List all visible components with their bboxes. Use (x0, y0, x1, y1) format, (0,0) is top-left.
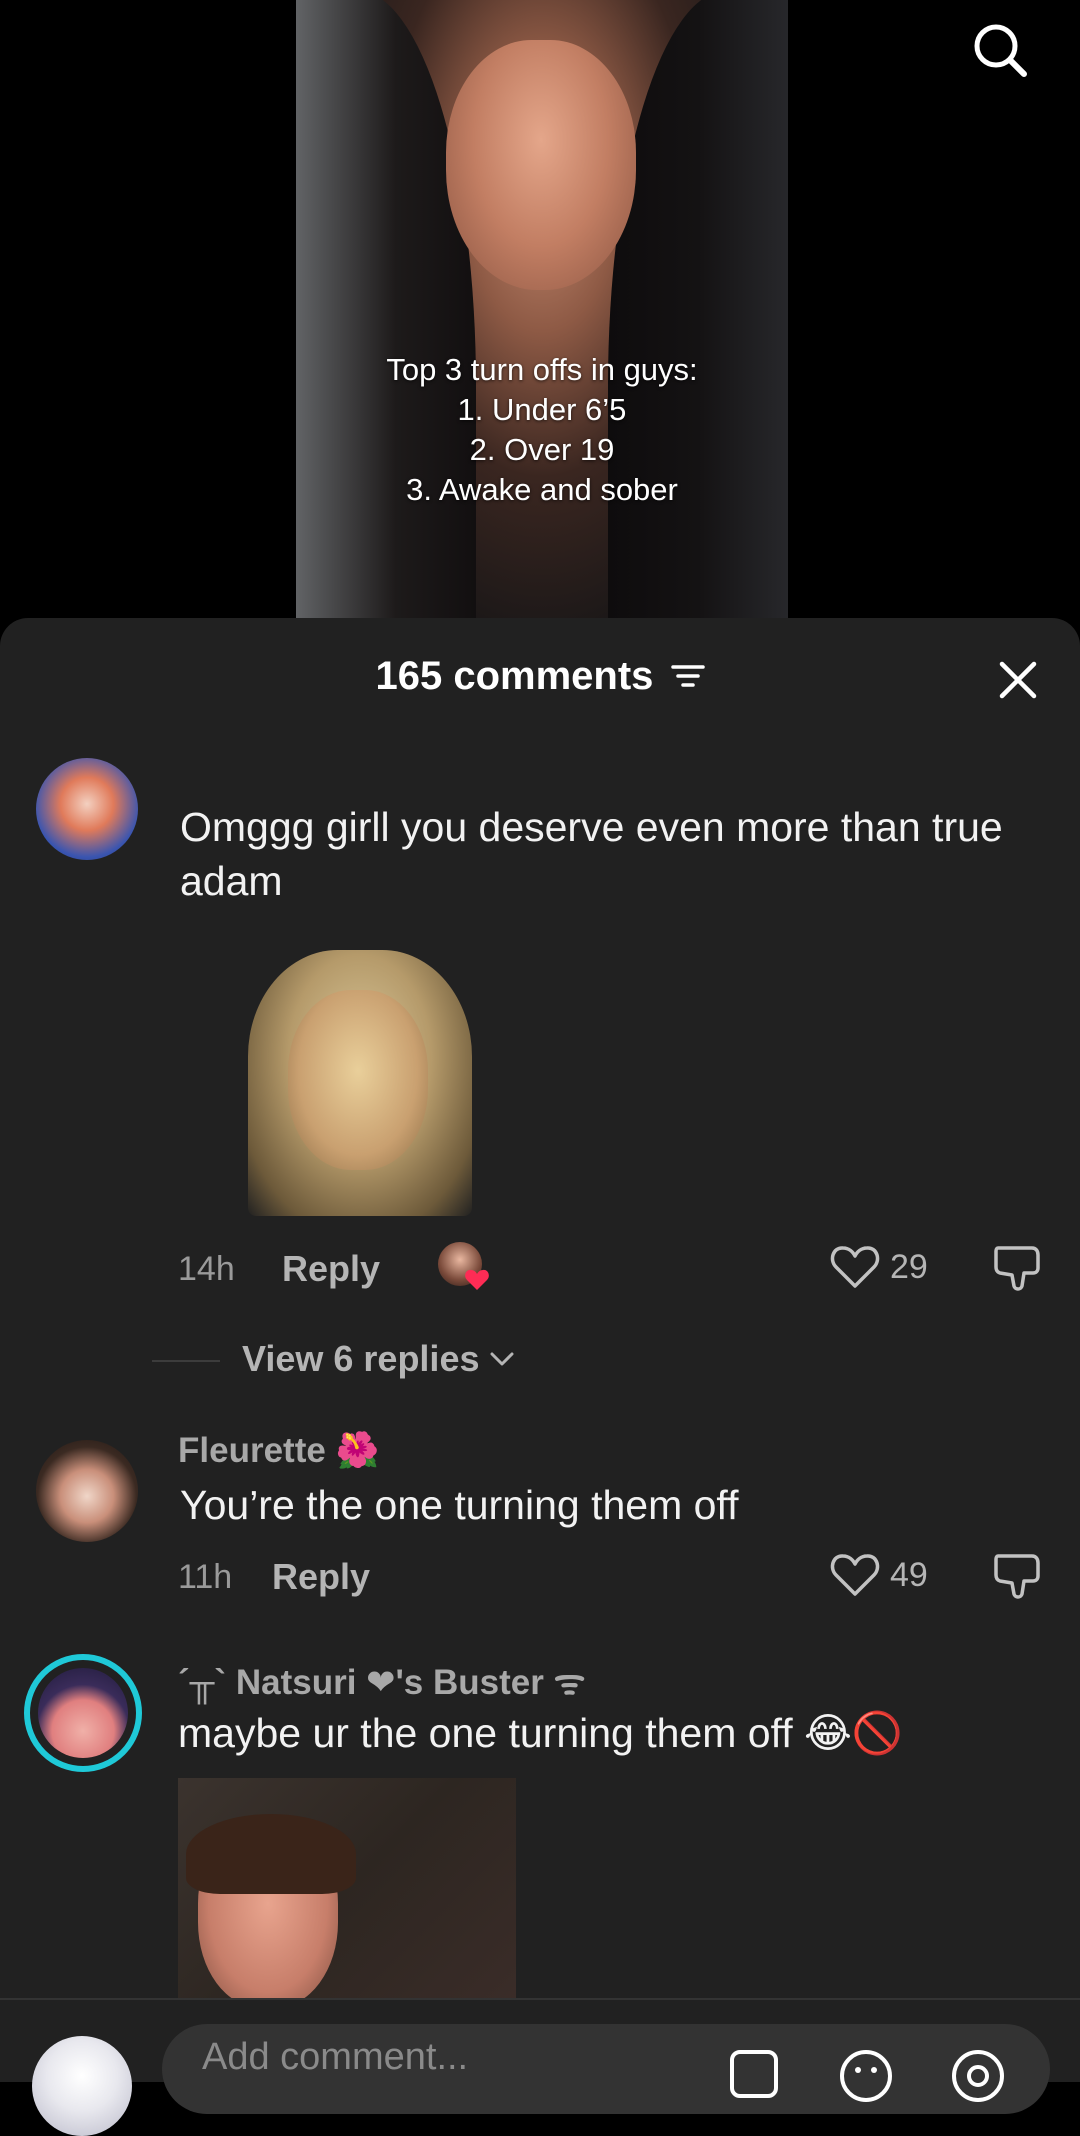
avatar-image (38, 1668, 128, 1758)
video-background-shape (608, 0, 788, 640)
search-button[interactable] (968, 18, 1032, 82)
comment-time: 14h (178, 1250, 235, 1288)
video-background-shape (296, 0, 476, 640)
comment-username[interactable]: Fleurette 🌺 (178, 1430, 379, 1471)
comment-sticker-image[interactable] (178, 1778, 516, 1998)
comment-text: Omggg girll you deserve even more than t… (180, 804, 1003, 904)
close-button[interactable] (994, 656, 1042, 704)
comments-header: 165 comments (0, 618, 1080, 728)
heart-icon (830, 1246, 880, 1288)
dislike-button[interactable] (992, 1550, 1044, 1602)
heart-icon (830, 1554, 880, 1596)
replies-divider (152, 1360, 220, 1362)
comments-count[interactable]: 165 comments (0, 654, 1080, 701)
emoji-button[interactable] (834, 2044, 898, 2108)
video-frame: Top 3 turn offs in guys: 1. Under 6’5 2.… (296, 0, 788, 640)
overlay-line: 2. Over 19 (469, 432, 615, 467)
like-count: 49 (890, 1555, 928, 1594)
emoji-icon (840, 2050, 892, 2102)
comment-input[interactable]: Add comment... (162, 2024, 1050, 2114)
close-icon (999, 661, 1037, 699)
like-count: 29 (890, 1247, 928, 1286)
video-player[interactable]: Top 3 turn offs in guys: 1. Under 6’5 2.… (0, 0, 1080, 640)
overlay-line: 1. Under 6’5 (457, 392, 627, 427)
current-user-avatar[interactable] (32, 2036, 132, 2136)
comment-time: 11h (178, 1558, 233, 1596)
mention-button[interactable] (946, 2044, 1010, 2108)
dislike-button[interactable] (992, 1242, 1044, 1294)
like-button[interactable]: 49 (830, 1552, 928, 1598)
filter-icon[interactable] (670, 656, 705, 701)
image-button[interactable] (722, 2044, 786, 2108)
like-button[interactable]: 29 (830, 1244, 928, 1290)
comments-count-label: 165 comments (375, 654, 654, 698)
avatar[interactable] (36, 758, 138, 860)
overlay-line: Top 3 turn offs in guys: (386, 352, 698, 387)
image-icon (730, 2050, 778, 2098)
comment-sticker-image[interactable] (248, 950, 472, 1216)
comment-text: You’re the one turning them off (180, 1482, 739, 1528)
creator-liked-badge (438, 1242, 490, 1294)
sticker-figure (186, 1814, 356, 1894)
comment-input-bar: Add comment... (0, 1998, 1080, 2136)
heart-icon (465, 1269, 489, 1290)
video-caption-overlay: Top 3 turn offs in guys: 1. Under 6’5 2.… (296, 350, 788, 510)
comment-input-placeholder: Add comment... (202, 2036, 469, 2078)
reply-button[interactable]: Reply (282, 1248, 380, 1290)
reply-button[interactable]: Reply (272, 1556, 370, 1598)
avatar[interactable] (24, 1654, 142, 1772)
dislike-icon (994, 1554, 1040, 1599)
overlay-line: 3. Awake and sober (406, 472, 678, 507)
search-icon (974, 24, 1027, 77)
view-replies-label: View 6 replies (242, 1338, 480, 1379)
chevron-down-icon (490, 1352, 514, 1366)
at-icon (952, 2050, 1004, 2102)
view-replies-button[interactable]: View 6 replies (242, 1338, 515, 1380)
comment-text: maybe ur the one turning them off 😂🚫 (178, 1710, 903, 1756)
comment-username[interactable]: ´╥` Natsuri ❤'s Buster ᯤ (178, 1658, 586, 1705)
dislike-icon (994, 1246, 1040, 1291)
video-subject (446, 40, 636, 290)
avatar[interactable] (36, 1440, 138, 1542)
